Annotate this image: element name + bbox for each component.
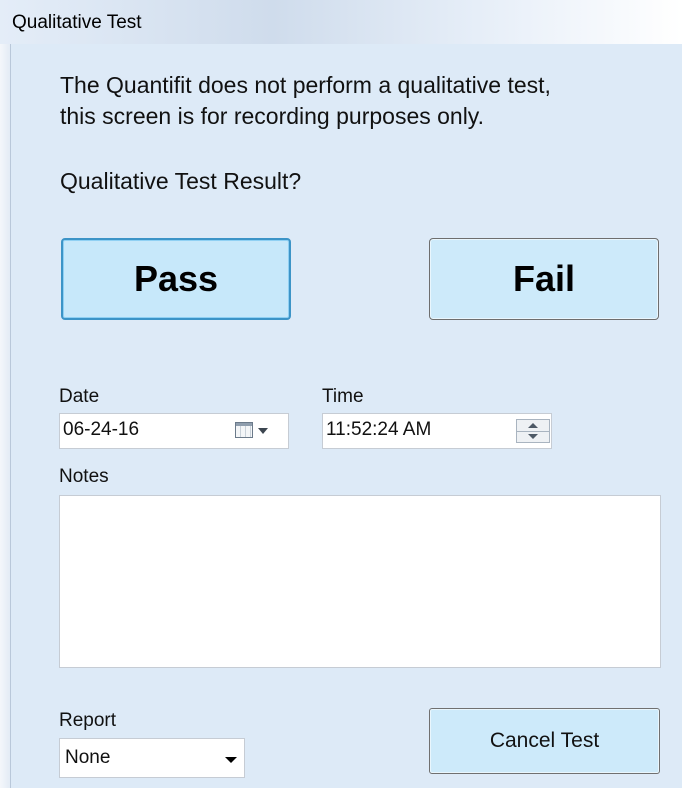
time-value: 11:52:24 AM (326, 419, 432, 440)
chevron-down-icon[interactable] (225, 757, 237, 763)
intro-text: The Quantifit does not perform a qualita… (60, 70, 660, 132)
report-label: Report (59, 710, 117, 731)
spinner-icon[interactable] (516, 419, 550, 443)
intro-line-1: The Quantifit does not perform a qualita… (60, 72, 551, 98)
report-select[interactable]: None (59, 738, 245, 778)
result-question: Qualitative Test Result? (60, 168, 302, 194)
fail-button[interactable]: Fail (429, 238, 659, 320)
spin-up-icon[interactable] (528, 423, 538, 428)
time-label: Time (322, 386, 364, 407)
intro-line-2: this screen is for recording purposes on… (60, 103, 484, 129)
report-selected-value: None (65, 747, 111, 768)
notes-textarea[interactable] (59, 495, 661, 668)
pass-button[interactable]: Pass (61, 238, 291, 320)
date-label: Date (59, 386, 100, 407)
date-picker[interactable]: 06-24-16 (59, 413, 289, 449)
cancel-test-button[interactable]: Cancel Test (429, 708, 660, 774)
window-title: Qualitative Test (12, 12, 142, 33)
date-value: 06-24-16 (63, 419, 140, 440)
time-picker[interactable]: 11:52:24 AM (322, 413, 552, 449)
notes-label: Notes (59, 466, 109, 487)
title-bar[interactable]: Qualitative Test (0, 0, 682, 44)
window-frame (0, 44, 10, 788)
spin-down-icon[interactable] (528, 434, 538, 439)
chevron-down-icon[interactable] (258, 428, 268, 434)
spinner-divider (517, 431, 549, 432)
calendar-icon[interactable] (235, 422, 253, 438)
